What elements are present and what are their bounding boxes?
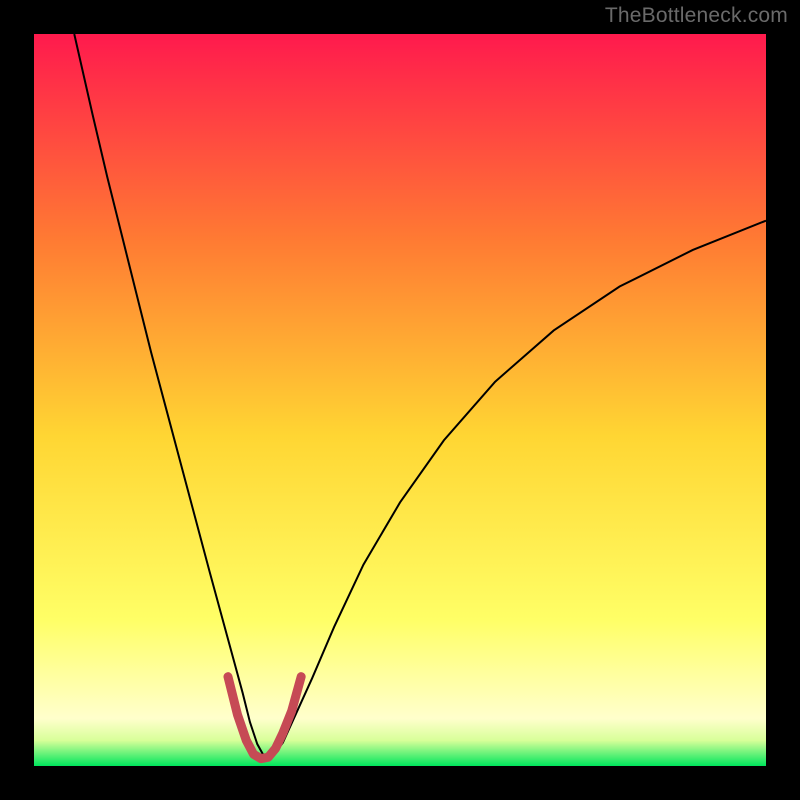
chart-plot-area [34, 34, 766, 766]
chart-svg [34, 34, 766, 766]
watermark-text: TheBottleneck.com [605, 4, 788, 28]
chart-background [34, 34, 766, 766]
